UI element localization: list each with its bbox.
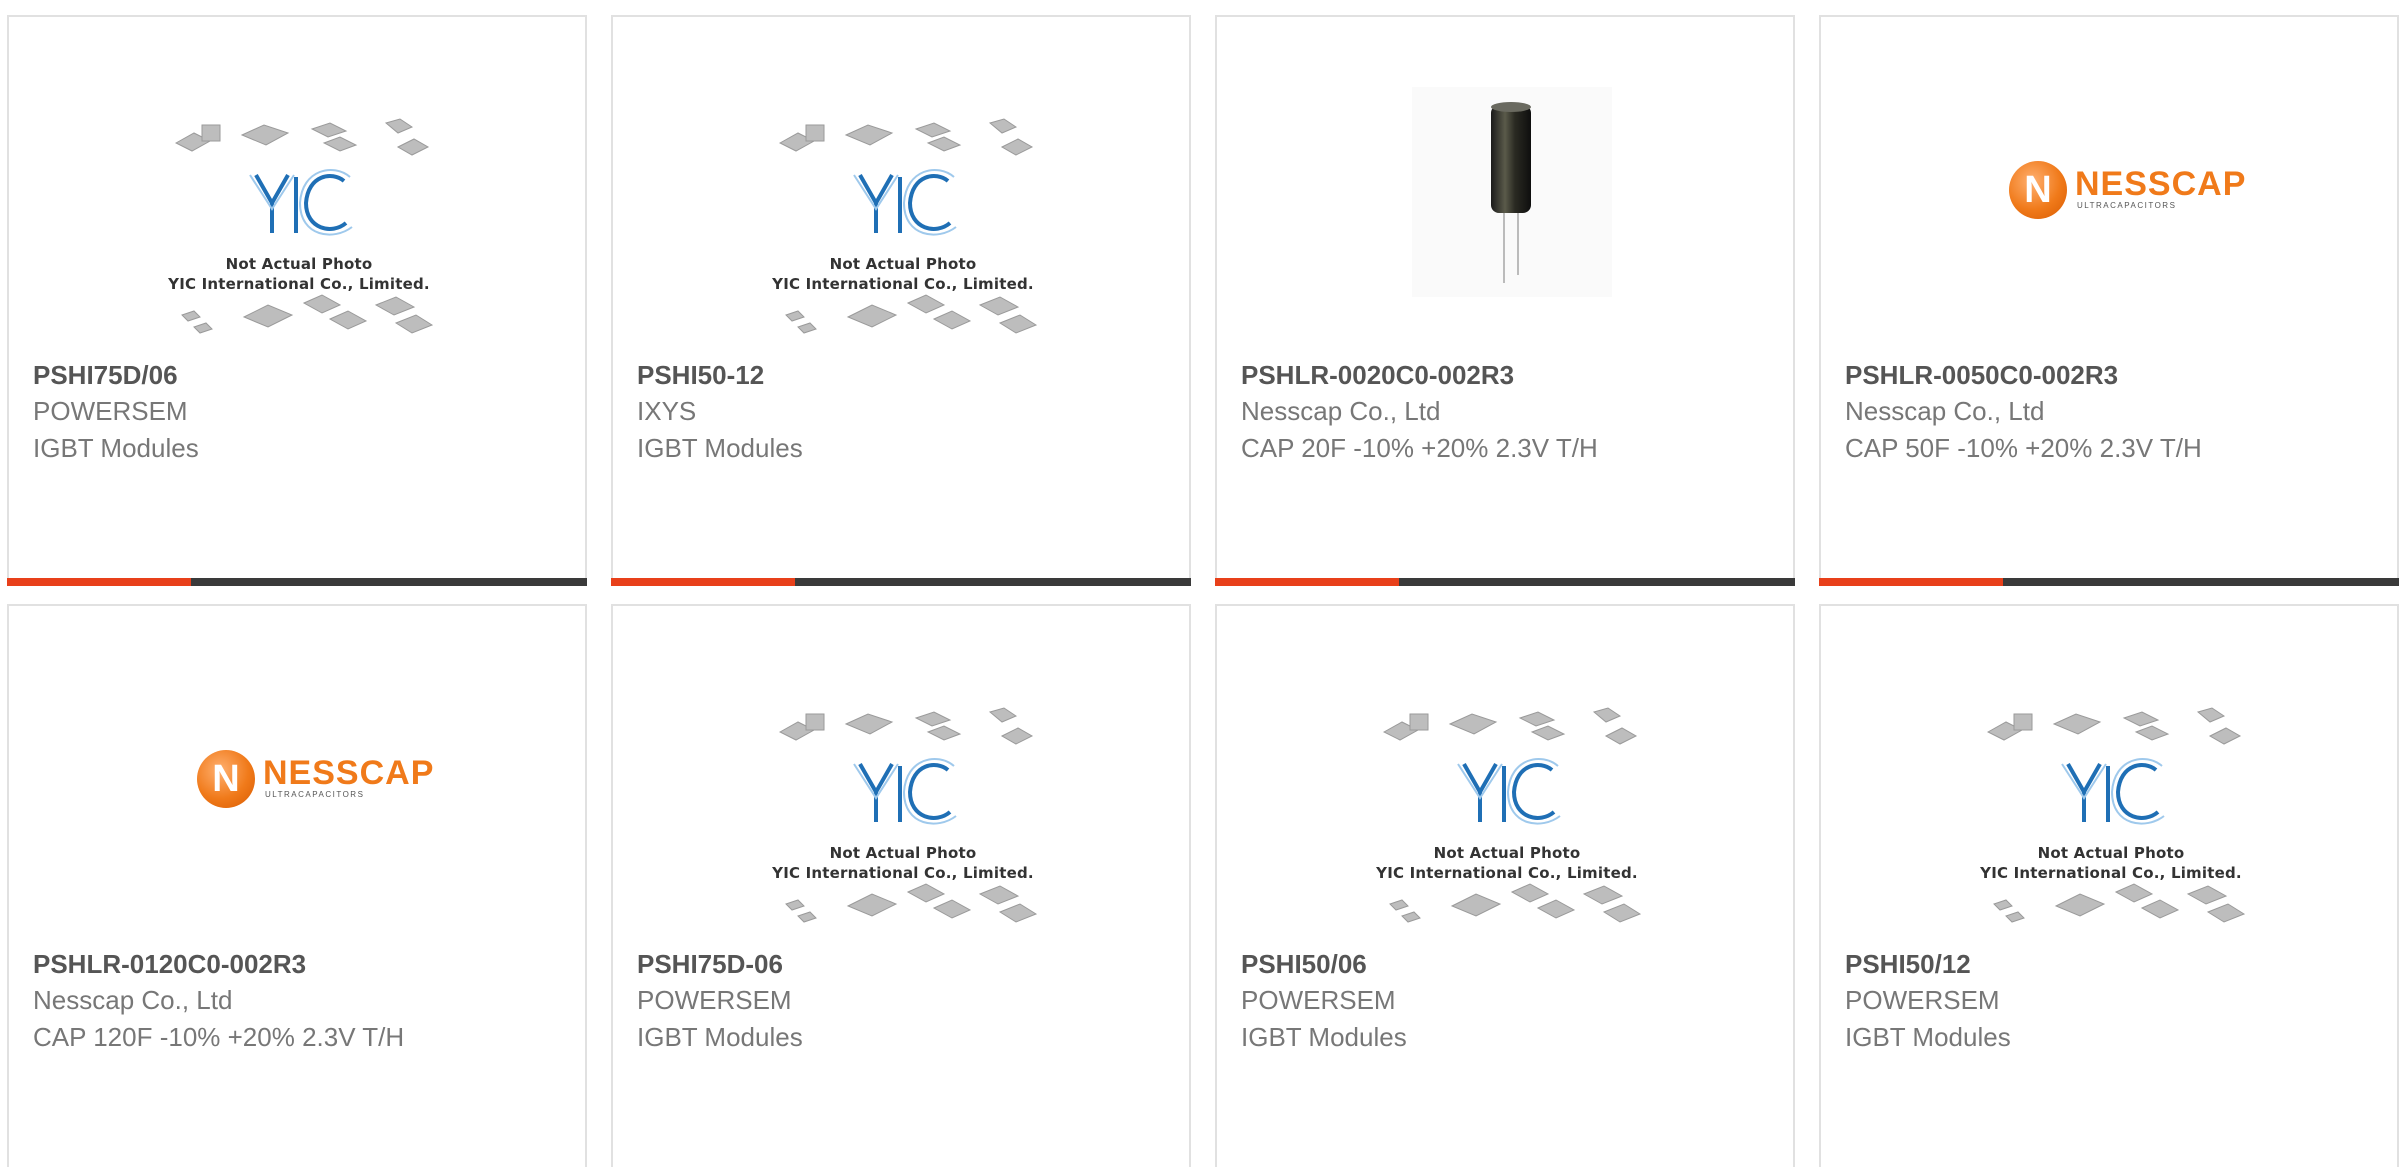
company-caption: YIC International Co., Limited. [772,275,1034,293]
description: IGBT Modules [33,433,199,463]
not-actual-photo-caption: Not Actual Photo [2037,844,2185,862]
manufacturer: Nesscap Co., Ltd [1241,396,1441,426]
manufacturer: POWERSEM [637,985,792,1015]
yic-placeholder-image: Not Actual Photo YIC International Co., … [768,694,1038,944]
part-number-link[interactable]: PSHI75D/06 [33,357,575,393]
product-image[interactable]: Not Actual Photo YIC International Co., … [9,17,585,347]
capacitor-icon [1491,102,1531,283]
company-caption: YIC International Co., Limited. [1980,864,2242,882]
product-card[interactable]: N NESSCAP ULTRACAPACITORS PSHLR-0050C0-0… [1819,15,2399,586]
part-number-link[interactable]: PSHI50/12 [1845,946,2387,982]
part-number-link[interactable]: PSHI50/06 [1241,946,1783,982]
description: IGBT Modules [1845,1022,2011,1052]
nesscap-logo-icon: N [2009,161,2067,219]
component-cluster-icon [1986,707,2246,923]
description: IGBT Modules [637,433,803,463]
component-cluster-icon [778,118,1038,334]
product-card[interactable]: Not Actual Photo YIC International Co., … [7,15,587,586]
yic-placeholder-image: Not Actual Photo YIC International Co., … [164,105,434,355]
part-number-link[interactable]: PSHI50-12 [637,357,1179,393]
yic-placeholder-image: Not Actual Photo YIC International Co., … [1372,694,1642,944]
card-footer-bar [7,578,587,586]
description: CAP 50F -10% +20% 2.3V T/H [1845,433,2202,463]
description: CAP 120F -10% +20% 2.3V T/H [33,1022,405,1052]
yic-placeholder-image: Not Actual Photo YIC International Co., … [1976,694,2246,944]
card-footer-bar [1215,578,1795,586]
product-image[interactable]: Not Actual Photo YIC International Co., … [613,17,1189,347]
manufacturer: POWERSEM [33,396,188,426]
not-actual-photo-caption: Not Actual Photo [225,255,373,273]
product-grid: Not Actual Photo YIC International Co., … [0,0,2400,1167]
card-footer-accent [7,578,191,586]
description: CAP 20F -10% +20% 2.3V T/H [1241,433,1598,463]
product-card[interactable]: N NESSCAP ULTRACAPACITORS PSHLR-0120C0-0… [7,604,587,1167]
part-number-link[interactable]: PSHI75D-06 [637,946,1179,982]
card-footer-bar [611,578,1191,586]
manufacturer: IXYS [637,396,697,426]
product-image[interactable]: Not Actual Photo YIC International Co., … [613,606,1189,936]
manufacturer: Nesscap Co., Ltd [1845,396,2045,426]
company-caption: YIC International Co., Limited. [1376,864,1638,882]
card-footer-accent [611,578,795,586]
product-image[interactable]: Not Actual Photo YIC International Co., … [1217,606,1793,936]
nesscap-logo: N NESSCAP ULTRACAPACITORS [2009,159,2245,219]
component-cluster-icon [1382,707,1642,923]
not-actual-photo-caption: Not Actual Photo [829,255,977,273]
description: IGBT Modules [637,1022,803,1052]
product-image[interactable] [1217,17,1793,347]
capacitor-photo [1412,87,1612,297]
company-caption: YIC International Co., Limited. [168,275,430,293]
product-card[interactable]: Not Actual Photo YIC International Co., … [611,15,1191,586]
yic-placeholder-image: Not Actual Photo YIC International Co., … [768,105,1038,355]
nesscap-logo: N NESSCAP ULTRACAPACITORS [197,748,433,808]
part-number-link[interactable]: PSHLR-0050C0-002R3 [1845,357,2387,393]
component-cluster-icon [174,118,434,334]
manufacturer: Nesscap Co., Ltd [33,985,233,1015]
card-footer-accent [1215,578,1399,586]
nesscap-logo-icon: N [197,750,255,808]
product-card[interactable]: PSHLR-0020C0-002R3 Nesscap Co., Ltd CAP … [1215,15,1795,586]
part-number-link[interactable]: PSHLR-0020C0-002R3 [1241,357,1783,393]
card-footer-bar [1819,578,2399,586]
product-card[interactable]: Not Actual Photo YIC International Co., … [611,604,1191,1167]
product-image[interactable]: N NESSCAP ULTRACAPACITORS [1821,17,2397,347]
not-actual-photo-caption: Not Actual Photo [1433,844,1581,862]
product-image[interactable]: Not Actual Photo YIC International Co., … [1821,606,2397,936]
product-card[interactable]: Not Actual Photo YIC International Co., … [1819,604,2399,1167]
description: IGBT Modules [1241,1022,1407,1052]
company-caption: YIC International Co., Limited. [772,864,1034,882]
product-image[interactable]: N NESSCAP ULTRACAPACITORS [9,606,585,936]
product-card[interactable]: Not Actual Photo YIC International Co., … [1215,604,1795,1167]
component-cluster-icon [778,707,1038,923]
part-number-link[interactable]: PSHLR-0120C0-002R3 [33,946,575,982]
card-footer-accent [1819,578,2003,586]
manufacturer: POWERSEM [1845,985,2000,1015]
not-actual-photo-caption: Not Actual Photo [829,844,977,862]
manufacturer: POWERSEM [1241,985,1396,1015]
